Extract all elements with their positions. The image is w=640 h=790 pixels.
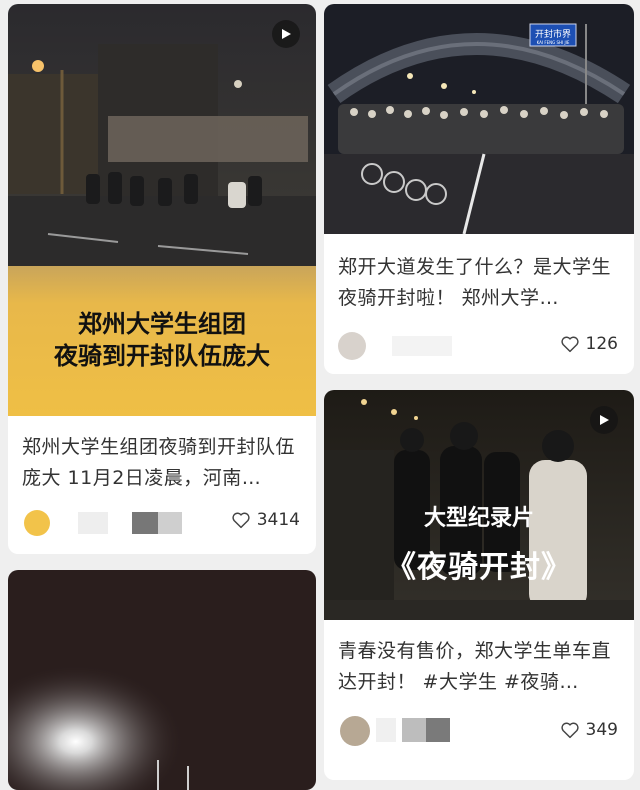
like-button[interactable]: 3414 <box>231 510 300 530</box>
author-name-blurred-3 <box>158 512 182 534</box>
city-gate-group-photo: 开封市界 KAI FENG SHI JIE <box>324 4 634 234</box>
author-name-blurred-2 <box>132 512 158 534</box>
heart-icon <box>560 721 580 739</box>
road-sign-subtext: KAI FENG SHI JIE <box>537 40 570 45</box>
card-title[interactable]: 青春没有售价，郑大学生单车直达开封！ #大学生 #夜骑… <box>338 636 622 698</box>
road-sign-text: 开封市界 <box>535 28 571 40</box>
play-icon[interactable] <box>272 20 300 48</box>
card-title[interactable]: 郑州大学生组团夜骑到开封队伍庞大 11月2日凌晨，河南… <box>22 432 304 494</box>
author-name-blurred-3 <box>426 718 450 742</box>
play-icon[interactable] <box>590 406 618 434</box>
like-count: 3414 <box>256 510 300 530</box>
heart-icon <box>231 511 251 529</box>
video-caption-line1: 大型纪录片 <box>423 505 534 531</box>
video-caption-line1: 郑州大学生组团 <box>78 309 246 338</box>
avatar[interactable] <box>338 332 366 360</box>
author-name-blurred-2 <box>402 718 426 742</box>
feed-card-2[interactable]: 开封市界 KAI FENG SHI JIE 郑开大道发生了什么？是大学生夜骑开封… <box>324 4 634 374</box>
video-caption-line2: 《夜骑开封》 <box>386 550 572 585</box>
like-button[interactable]: 349 <box>560 720 618 740</box>
feed-card-1[interactable]: 郑州大学生组团 夜骑到开封队伍庞大 郑州大学生组团夜骑到开封队伍庞大 11月2日… <box>8 4 316 554</box>
video-thumbnail-1[interactable]: 郑州大学生组团 夜骑到开封队伍庞大 <box>8 4 316 416</box>
night-road-image <box>8 570 316 790</box>
avatar[interactable] <box>340 716 370 746</box>
video-thumbnail-3[interactable]: 大型纪录片 《夜骑开封》 <box>324 390 634 620</box>
author-name-blurred[interactable] <box>78 512 108 534</box>
like-count: 349 <box>585 720 618 740</box>
feed-card-4[interactable] <box>8 570 316 790</box>
like-count: 126 <box>585 334 618 354</box>
card-meta: 3414 <box>20 508 304 536</box>
video-caption-line2: 夜骑到开封队伍庞大 <box>54 341 270 370</box>
author-name-blurred <box>376 718 396 742</box>
heart-icon <box>560 335 580 353</box>
like-button[interactable]: 126 <box>560 334 618 354</box>
card-meta: 126 <box>336 332 622 360</box>
card-meta: 349 <box>336 716 622 746</box>
avatar[interactable] <box>24 510 50 536</box>
video-thumbnail-4[interactable] <box>8 570 316 790</box>
author-name-blurred <box>392 336 452 356</box>
card-title[interactable]: 郑开大道发生了什么？是大学生夜骑开封啦！ 郑州大学… <box>338 252 622 314</box>
image-thumbnail-2[interactable]: 开封市界 KAI FENG SHI JIE <box>324 4 634 234</box>
feed-card-3[interactable]: 大型纪录片 《夜骑开封》 青春没有售价，郑大学生单车直达开封！ #大学生 #夜骑… <box>324 390 634 780</box>
